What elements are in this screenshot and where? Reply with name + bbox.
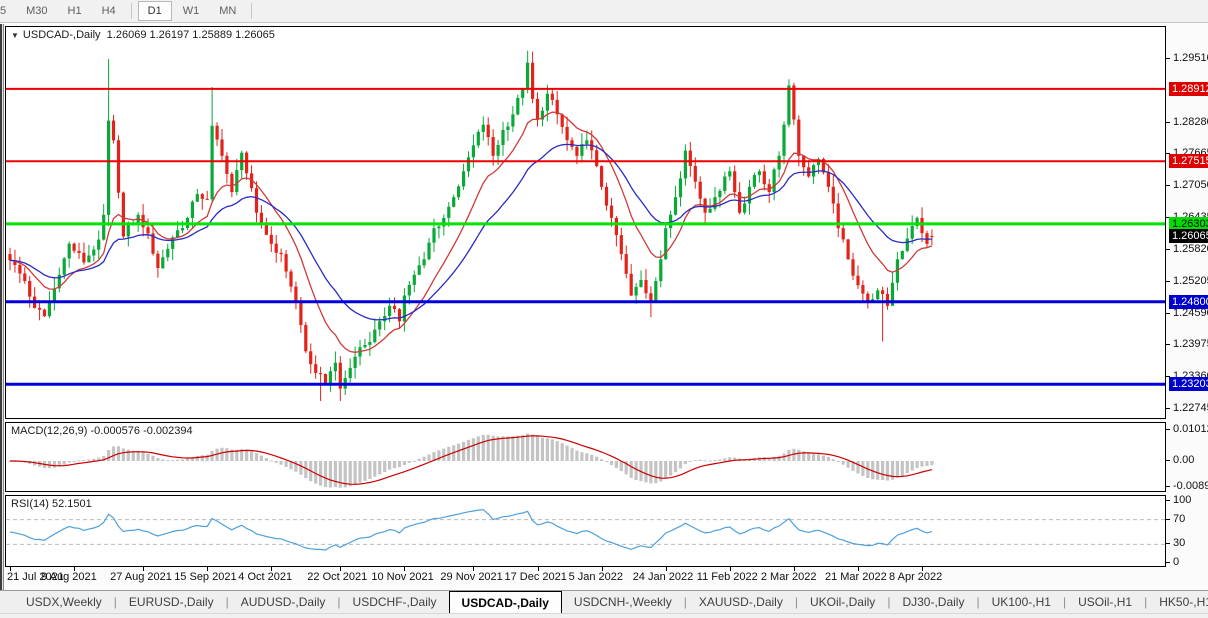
timeframe-button-mn[interactable]: MN <box>210 2 245 20</box>
rsi-chart[interactable] <box>6 496 1165 566</box>
price-axis-tick <box>1166 121 1170 123</box>
rsi-panel[interactable]: RSI(14) 52.1501 <box>5 495 1166 567</box>
date-axis: 21 Jul 2021 9 Aug 2021 27 Aug 2021 15 Sep 2… <box>5 567 1166 589</box>
tab-usdcnh-weekly[interactable]: USDCNH-,Weekly <box>562 591 684 613</box>
price-axis-label: 1.25820 <box>1173 242 1208 255</box>
price-axis-tick <box>1166 408 1170 409</box>
timeframe-button-m30[interactable]: M30 <box>17 2 56 20</box>
price-axis-tick <box>1166 185 1170 187</box>
tab-ukoil-daily[interactable]: UKOil-,Daily <box>798 591 887 613</box>
price-level-badge: 1.23203 <box>1169 377 1208 392</box>
tab-usdchf-daily[interactable]: USDCHF-,Daily <box>341 591 449 613</box>
chart-tab-bar: USDX,Weekly | EURUSD-,Daily | AUDUSD-,Daily |… <box>0 590 1208 613</box>
timeframe-button-d1[interactable]: D1 <box>137 1 172 21</box>
rsi-value: 52.1501 <box>51 498 92 510</box>
date-axis-label: 5 Jan 2022 <box>568 571 624 583</box>
tab-eurusd-daily[interactable]: EURUSD-,Daily <box>117 591 226 613</box>
date-axis-label: 22 Oct 2021 <box>307 571 368 583</box>
rsi-axis-label: 30 <box>1173 537 1186 550</box>
price-axis-tick <box>1166 344 1170 346</box>
tab-uk100-h1[interactable]: UK100-,H1 <box>980 591 1063 613</box>
date-axis-label: 9 Aug 2021 <box>41 571 97 583</box>
window-left-border <box>0 24 4 614</box>
date-axis-label: 17 Dec 2021 <box>504 571 567 583</box>
tab-dj30-daily[interactable]: DJ30-,Daily <box>890 591 976 613</box>
rsi-axis-label: 100 <box>1173 494 1192 506</box>
date-axis-label: 8 Apr 2022 <box>889 571 943 583</box>
chart-symbol-label: USDCAD-,Daily <box>22 29 101 41</box>
rsi-axis-tick <box>1166 562 1170 563</box>
price-level-badge: 1.24800 <box>1169 294 1208 309</box>
bottom-strip <box>0 613 1208 618</box>
price-axis-label: 1.28280 <box>1173 115 1208 128</box>
macd-axis-tick <box>1166 486 1170 487</box>
price-axis-tick <box>1166 58 1170 59</box>
rsi-axis-label: 0 <box>1173 556 1180 568</box>
dropdown-arrow-icon[interactable]: ▼ <box>11 31 19 40</box>
price-level-badge: 1.28912 <box>1169 81 1208 96</box>
tab-usoil-h1[interactable]: USOil-,H1 <box>1066 591 1144 613</box>
timeframe-button-h4[interactable]: H4 <box>93 2 125 20</box>
macd-axis-label: 0.010127 <box>1173 423 1208 435</box>
macd-name: MACD(12,26,9) <box>11 425 88 437</box>
macd-label: MACD(12,26,9) -0.000576 -0.002394 <box>11 425 193 437</box>
macd-axis-tick <box>1166 460 1170 461</box>
macd-panel[interactable]: MACD(12,26,9) -0.000576 -0.002394 <box>5 422 1166 492</box>
rsi-axis-tick <box>1166 518 1170 520</box>
price-axis-label: 1.29510 <box>1173 52 1208 64</box>
date-axis-label: 21 Mar 2022 <box>824 571 887 583</box>
macd-axis-tick <box>1166 429 1170 430</box>
tab-usdx-weekly[interactable]: USDX,Weekly <box>14 591 114 613</box>
candlestick-chart[interactable] <box>6 27 1165 418</box>
tab-xauusd-daily[interactable]: XAUUSD-,Daily <box>687 591 795 613</box>
tab-hk50-h1[interactable]: HK50-,H1 <box>1147 591 1208 613</box>
date-axis-label: 27 Aug 2021 <box>110 571 172 583</box>
toolbar-separator <box>130 3 132 19</box>
date-axis-label: 11 Feb 2022 <box>696 571 758 583</box>
price-level-badge: 1.27515 <box>1169 154 1208 169</box>
chart-title: ▼ USDCAD-,Daily 1.26069 1.26197 1.25889 1… <box>11 29 275 41</box>
rsi-name: RSI(14) <box>11 498 49 510</box>
rsi-axis-tick <box>1166 543 1170 545</box>
rsi-label: RSI(14) 52.1501 <box>11 498 92 510</box>
date-axis-label: 29 Nov 2021 <box>440 571 503 583</box>
price-axis-label: 1.23975 <box>1173 338 1208 351</box>
price-axis-tick <box>1166 312 1170 314</box>
rsi-axis-tick <box>1166 500 1170 501</box>
price-axis: 1.295101.282801.276651.270501.264351.258… <box>1166 26 1208 568</box>
chart-ohlc-values: 1.26069 1.26197 1.25889 1.26065 <box>106 29 275 41</box>
price-axis-tick <box>1166 280 1170 282</box>
price-axis-label: 1.27050 <box>1173 179 1208 192</box>
rsi-axis-label: 70 <box>1173 512 1186 525</box>
timeframe-toolbar: 5 M30 H1 H4 D1 W1 MN <box>0 0 1208 23</box>
price-chart-panel[interactable]: ▼ USDCAD-,Daily 1.26069 1.26197 1.25889 1… <box>5 26 1166 419</box>
toolbar-separator <box>251 3 253 19</box>
current-price-badge: 1.26065 <box>1169 229 1208 244</box>
date-axis-label: 4 Oct 2021 <box>238 571 293 583</box>
date-axis-label: 2 Mar 2022 <box>760 571 817 583</box>
price-axis-label: 1.22745 <box>1173 402 1208 414</box>
macd-axis-label: -0.008937 <box>1173 480 1208 492</box>
price-axis-tick <box>1166 248 1170 250</box>
date-axis-label: 24 Jan 2022 <box>632 571 694 583</box>
price-axis-label: 1.25205 <box>1173 274 1208 287</box>
tab-audusd-daily[interactable]: AUDUSD-,Daily <box>229 591 338 613</box>
macd-axis-label: 0.00 <box>1173 454 1195 466</box>
timeframe-button-5[interactable]: 5 <box>0 2 15 20</box>
tab-usdcad-daily[interactable]: USDCAD-,Daily <box>448 591 562 613</box>
macd-values: -0.000576 -0.002394 <box>90 425 193 437</box>
date-axis-label: 10 Nov 2021 <box>371 571 434 583</box>
timeframe-button-h1[interactable]: H1 <box>59 2 91 20</box>
date-axis-label: 15 Sep 2021 <box>174 571 237 583</box>
timeframe-button-w1[interactable]: W1 <box>174 2 209 20</box>
mt4-workspace: 5 M30 H1 H4 D1 W1 MN ▼ USDCAD-,Daily 1.26069 1.… <box>0 0 1208 618</box>
